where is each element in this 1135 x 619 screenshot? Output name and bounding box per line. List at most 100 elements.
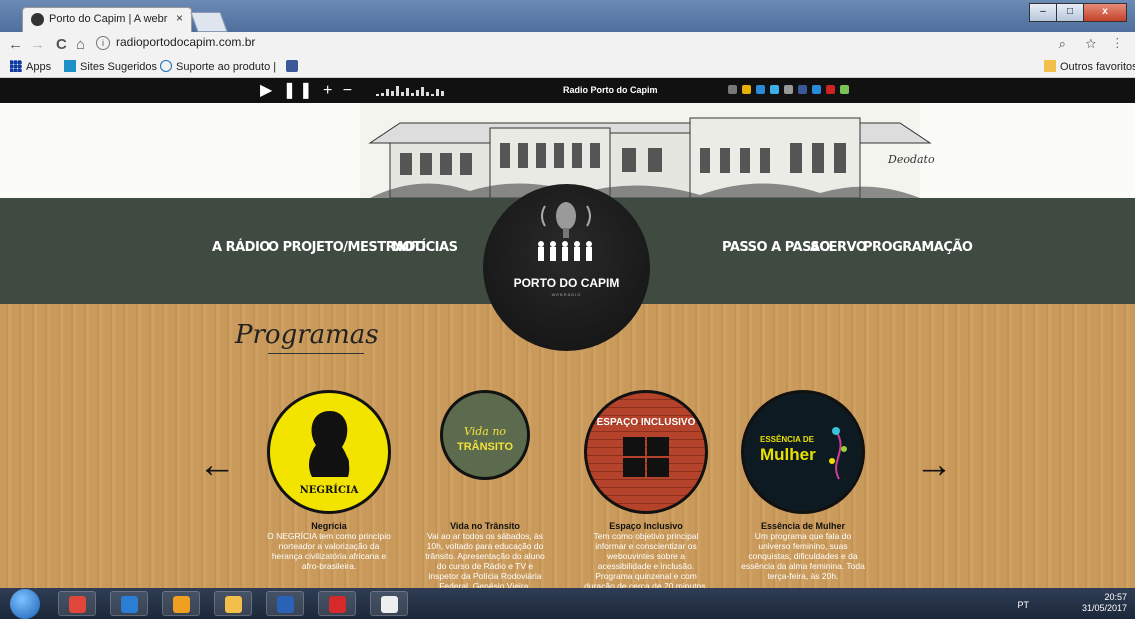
social-icon-0[interactable] <box>728 85 737 94</box>
program-description: Vai ao ar todos os sábados, às 10h, volt… <box>425 531 545 588</box>
heading-underline <box>268 353 364 354</box>
negricia-logo-image[interactable]: NEGRÍCIA <box>267 390 391 514</box>
windows-taskbar: PT 20:57 31/05/2017 <box>0 588 1135 619</box>
carousel-prev-arrow-icon[interactable]: ← <box>198 444 236 487</box>
site-logo[interactable]: PORTO DO CAPIM WEBRÁDIO <box>483 184 650 351</box>
vida-no-transito-logo-image[interactable]: Vida no TRÂNSITO <box>440 390 530 480</box>
taskbar-app-icon <box>173 596 190 613</box>
microphone-people-icon <box>538 202 592 261</box>
negricia-badge-text: NEGRÍCIA <box>299 485 359 496</box>
program-description: Um programa que fala do universo feminin… <box>741 531 865 581</box>
social-icon-5[interactable] <box>798 85 807 94</box>
social-icon-7[interactable] <box>826 85 835 94</box>
home-button[interactable]: ⌂ <box>76 36 85 53</box>
taskbar-app-0[interactable] <box>58 591 96 616</box>
url-text: radioportodocapim.com.br <box>116 35 256 49</box>
taskbar-app-icon <box>69 596 86 613</box>
radio-player-bar: ▶ ❚❚ + − Radio Porto do Capim <box>0 78 1135 103</box>
nav-noticias[interactable]: NOTÍCIAS <box>392 240 458 255</box>
program-title: Negrícia <box>311 521 347 531</box>
site-info-icon[interactable]: i <box>96 36 110 50</box>
taskbar-app-3[interactable] <box>214 591 252 616</box>
logo-text: PORTO DO CAPIM <box>513 276 620 290</box>
minimize-button[interactable]: – <box>1029 3 1057 22</box>
dell-icon <box>160 60 172 72</box>
essencia-badge-bottom: Mulher <box>760 445 816 464</box>
taskbar-app-6[interactable] <box>370 591 408 616</box>
toolbar-right-icons[interactable]: ⌕ ☆ ⋮ <box>1059 36 1127 52</box>
tab-close-icon[interactable]: × <box>176 11 183 25</box>
banner-signature: Deodato <box>887 153 935 166</box>
section-heading: Programas <box>235 320 379 350</box>
accessibility-icons <box>623 437 669 477</box>
folder-icon <box>1044 60 1056 72</box>
bookmark-apps[interactable]: Apps <box>10 60 51 73</box>
taskbar-app-4[interactable] <box>266 591 304 616</box>
nav-a-radio[interactable]: A RÁDIO <box>212 240 270 255</box>
apps-grid-icon <box>10 60 22 72</box>
start-button[interactable] <box>10 589 40 619</box>
program-title: Vida no Trânsito <box>450 521 520 531</box>
new-tab-button[interactable] <box>190 12 228 32</box>
back-button[interactable]: ← <box>8 36 23 53</box>
program-title: Essência de Mulher <box>760 521 846 531</box>
player-title: Radio Porto do Capim <box>563 85 658 95</box>
program-description: Tem como objetivo principal informar e c… <box>584 531 708 588</box>
nav-acervo[interactable]: ACERVO <box>810 240 867 255</box>
reload-button[interactable]: C <box>56 36 67 53</box>
social-icons <box>728 85 854 94</box>
clock-date[interactable]: 31/05/2017 <box>1082 603 1127 614</box>
taskbar-app-1[interactable] <box>110 591 148 616</box>
taskbar-app-icon <box>381 596 398 613</box>
language-indicator[interactable]: PT <box>1017 600 1029 610</box>
vida-badge-bottom: TRÂNSITO <box>456 441 514 453</box>
tab-title: Porto do Capim | A webr <box>49 13 168 25</box>
browser-toolbar: ← → C ⌂ i radioportodocapim.com.br ⌕ ☆ ⋮ <box>0 32 1135 58</box>
carousel-next-arrow-icon[interactable]: → <box>915 444 953 487</box>
social-icon-4[interactable] <box>784 85 793 94</box>
bing-icon <box>64 60 76 72</box>
bookmark-sites-sugeridos[interactable]: Sites Sugeridos <box>64 60 157 73</box>
taskbar-app-5[interactable] <box>318 591 356 616</box>
program-card-negricia[interactable]: NEGRÍCIA Negrícia O NEGRÍCIA tem como pr… <box>254 390 404 571</box>
bookmark-facebook[interactable] <box>286 60 302 73</box>
program-title: Espaço Inclusivo <box>609 521 683 531</box>
maximize-button[interactable]: □ <box>1056 3 1084 22</box>
program-card-essencia-de-mulher[interactable]: ESSÊNCIA DE Mulher Essência de Mulher Um… <box>728 390 878 581</box>
taskbar-app-icon <box>329 596 346 613</box>
essencia-de-mulher-logo-image[interactable]: ESSÊNCIA DE Mulher <box>741 390 865 514</box>
program-card-vida-no-transito[interactable]: Vida no TRÂNSITO Vida no Trânsito Vai ao… <box>410 390 560 588</box>
browser-title-bar: Porto do Capim | A webr × – □ x <box>0 0 1135 32</box>
bookmarks-bar: Apps Sites Sugeridos Suporte ao produto … <box>0 57 1135 78</box>
taskbar-app-icon <box>225 596 242 613</box>
address-bar[interactable]: i radioportodocapim.com.br <box>96 35 255 50</box>
program-card-espaco-inclusivo[interactable]: ESPAÇO INCLUSIVO Espaço Inclusivo Tem co… <box>571 390 721 588</box>
vida-badge-top: Vida no <box>463 425 507 438</box>
forward-button[interactable]: → <box>30 36 45 53</box>
program-description: O NEGRÍCIA tem como princípio norteador … <box>267 531 391 571</box>
taskbar-app-2[interactable] <box>162 591 200 616</box>
system-tray: PT 20:57 31/05/2017 <box>1017 592 1127 614</box>
player-controls[interactable]: ▶ ❚❚ + − <box>260 80 355 100</box>
speech-icon <box>647 437 669 456</box>
floral-ornament-icon <box>829 427 847 480</box>
bookmark-suporte[interactable]: Suporte ao produto | <box>160 60 276 73</box>
blind-icon <box>647 458 669 477</box>
browser-tab[interactable]: Porto do Capim | A webr × <box>22 7 192 32</box>
clock-time[interactable]: 20:57 <box>1082 592 1127 603</box>
window-controls: – □ x <box>1029 3 1127 22</box>
social-icon-8[interactable] <box>840 85 849 94</box>
facebook-icon <box>286 60 298 72</box>
espaco-inclusivo-logo-image[interactable]: ESPAÇO INCLUSIVO <box>584 390 708 514</box>
wheelchair-icon <box>623 437 645 456</box>
social-icon-6[interactable] <box>812 85 821 94</box>
equalizer-icon <box>376 84 446 96</box>
close-window-button[interactable]: x <box>1083 3 1127 22</box>
social-icon-3[interactable] <box>770 85 779 94</box>
essencia-badge-top: ESSÊNCIA DE <box>760 435 814 444</box>
social-icon-2[interactable] <box>756 85 765 94</box>
nav-programacao[interactable]: PROGRAMAÇÃO <box>863 240 973 255</box>
site-favicon-icon <box>31 13 44 26</box>
social-icon-1[interactable] <box>742 85 751 94</box>
bookmark-outros-favoritos[interactable]: Outros favoritos <box>1044 60 1135 73</box>
